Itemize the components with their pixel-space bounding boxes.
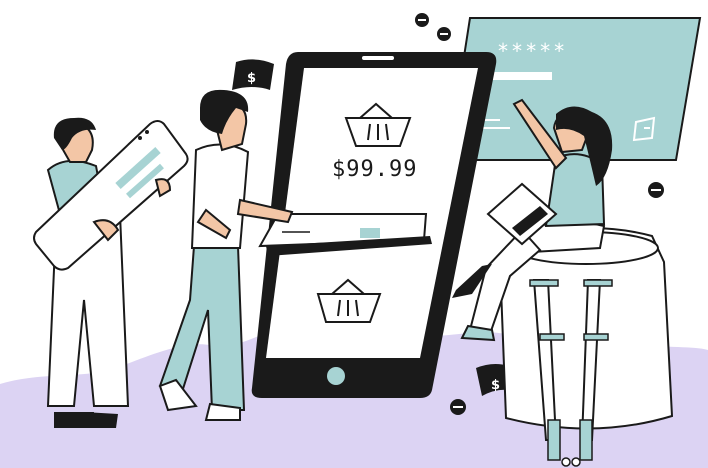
svg-text:$: $	[247, 71, 256, 86]
price-text: $99.99	[332, 157, 417, 182]
svg-text:$: $	[491, 378, 500, 393]
online-shopping-illustration: ***** $ $ $99.99	[0, 13, 708, 468]
password-mask-text: *****	[497, 39, 567, 63]
